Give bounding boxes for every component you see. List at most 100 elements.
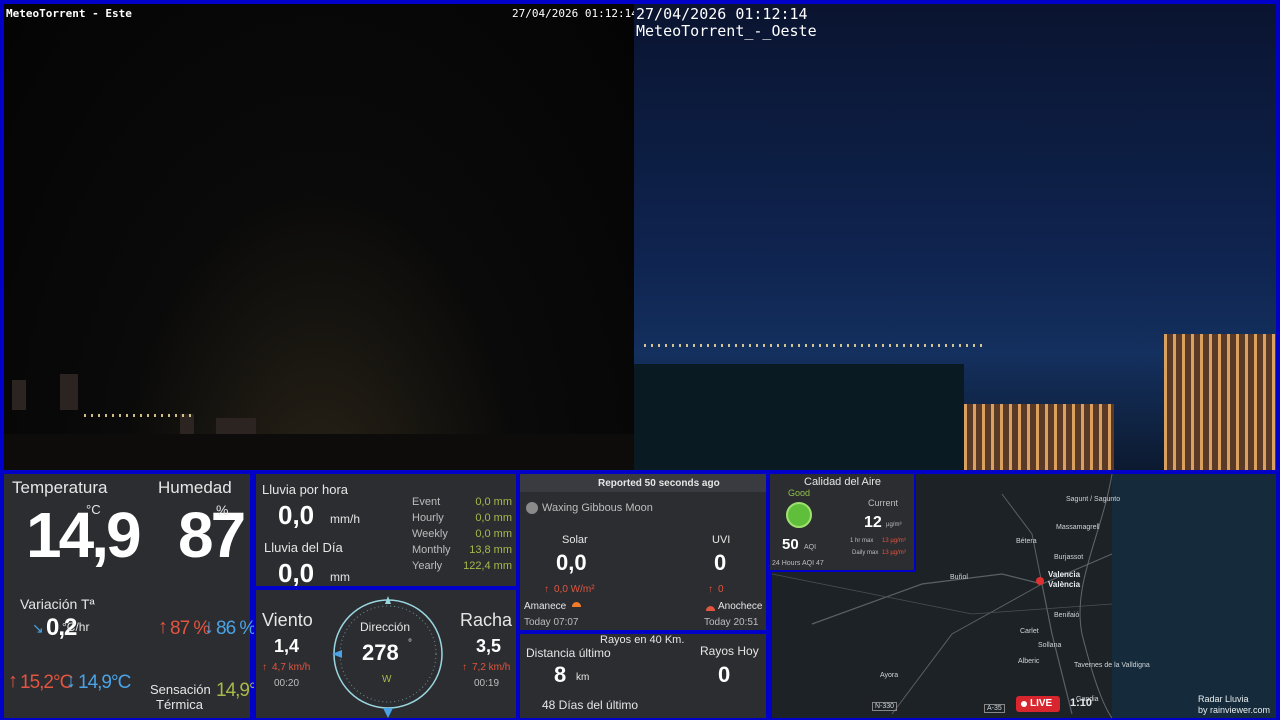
rain-daily-unit: mm: [330, 570, 350, 584]
radar-title: Radar Lluvia: [1198, 694, 1249, 704]
uvi-max: 0: [718, 584, 724, 595]
solar-title: Solar: [562, 534, 588, 546]
lightning-panel: Rayos en 40 Km. Distancia último 8 km Ra…: [518, 632, 768, 720]
lightning-last-distance-value: 8: [554, 662, 567, 687]
wind-max-time: 00:20: [274, 678, 300, 689]
road-label: A-35: [984, 704, 1005, 713]
wind-value: 1,4: [274, 636, 300, 656]
aqi-unit: AQI: [804, 544, 817, 551]
map-place: Alberic: [1018, 658, 1040, 665]
camera-west-timestamp: 27/04/2026 01:12:14: [636, 5, 808, 23]
foreground-trees: [634, 364, 964, 470]
rain-stat-value: 0,0 mm: [475, 528, 512, 540]
skyline-building: [180, 414, 194, 436]
live-label: LIVE: [1030, 698, 1053, 709]
air-quality-title: Calidad del Aire: [804, 476, 882, 488]
humidity-value: 87: [178, 499, 246, 571]
rain-hourly-value: 0,0: [278, 500, 315, 530]
solar-max-arrow-icon: ↑: [544, 584, 549, 595]
rain-stat-label: Event: [412, 496, 441, 508]
temperature-value: 14,9: [26, 499, 142, 571]
building-lit: [964, 404, 1114, 470]
radar-credit[interactable]: by rainviewer.com: [1198, 705, 1270, 715]
radar-time: 1:10: [1070, 697, 1093, 709]
rain-stat-row: Hourly 0,0 mm: [412, 512, 512, 528]
skyline-building: [12, 380, 26, 410]
city-lights: [644, 344, 984, 347]
wind-max-arrow-icon: ↑: [262, 662, 267, 673]
wind-panel: Viento 1,4 ↑ 4,7 km/h 00:20 Dirección 27…: [254, 588, 518, 720]
live-button[interactable]: LIVE: [1016, 696, 1060, 712]
lightning-last-distance-title: Distancia último: [526, 646, 611, 660]
skyline-building: [60, 374, 78, 410]
gust-max-arrow-icon: ↑: [462, 662, 467, 673]
air-quality-panel: Calidad del Aire Good 50 AQI 24 Hours AQ…: [768, 472, 916, 572]
feels-title-line1: Sensación: [150, 682, 211, 697]
live-dot-icon: [1021, 701, 1027, 707]
aqi-24h-label: 24 Hours AQI: [772, 560, 815, 567]
rain-stat-label: Weekly: [412, 528, 448, 540]
wind-direction-cardinal: W: [382, 674, 392, 685]
humidity-unit: %: [216, 502, 229, 518]
humidity-min: 86 %: [216, 618, 256, 639]
uvi-title: UVI: [712, 534, 731, 546]
rain-stat-value: 0,0 mm: [475, 512, 512, 524]
gust-max: 7,2 km/h: [472, 662, 511, 673]
rain-stat-value: 13,8 mm: [469, 544, 512, 556]
camera-west: 27/04/2026 01:12:14 MeteoTorrent_-_Oeste: [634, 4, 1276, 470]
building-lit: [1164, 334, 1276, 470]
rain-panel: Lluvia por hora 0,0 mm/h Lluvia del Día …: [254, 472, 518, 588]
rain-stat-row: Weekly 0,0 mm: [412, 528, 512, 544]
pm-daily-max-value: 13 µg/m³: [882, 550, 906, 556]
map-place: Carlet: [1020, 628, 1039, 635]
temperature-unit: °C: [86, 502, 101, 517]
air-quality-status: Good: [788, 488, 811, 498]
camera-west-label: MeteoTorrent_-_Oeste: [636, 22, 817, 40]
temp-humidity-panel: Temperatura 14,9 °C Humedad 87 % Variaci…: [2, 472, 269, 720]
camera-east-timestamp: 27/04/2026 01:12:14 MON: [512, 7, 634, 20]
temp-min-arrow-icon: ↓: [66, 670, 76, 692]
air-quality-status-icon: [786, 502, 812, 528]
map-place: Sagunt / Sagunto: [1066, 496, 1121, 503]
temp-max-arrow-icon: ↑: [8, 670, 18, 692]
map-place: Benifaió: [1054, 612, 1080, 619]
humidity-title: Humedad: [158, 478, 232, 497]
pm-hr-max-value: 13 µg/m³: [882, 538, 906, 544]
sunset-icon: [706, 606, 715, 611]
rain-stat-label: Yearly: [412, 560, 443, 572]
gust-max-time: 00:19: [474, 678, 500, 689]
sunrise-time: Today 07:07: [524, 617, 579, 628]
reported-text: Reported 50 seconds ago: [598, 478, 720, 489]
pm-daily-max-label: Daily max: [852, 550, 879, 556]
humidity-min-arrow-icon: ↓: [204, 616, 214, 638]
sunset-time: Today 20:51: [704, 617, 759, 628]
pm-hr-max-label: 1 hr max: [850, 538, 874, 544]
gust-title: Racha: [460, 610, 513, 630]
temperature-max: 15,2°C: [20, 672, 73, 693]
map-place: Burjassot: [1054, 554, 1084, 561]
sunset-label: Anochece: [718, 601, 763, 612]
camera-east-label: MeteoTorrent - Este: [6, 7, 132, 20]
humidity-max-arrow-icon: ↑: [158, 616, 168, 638]
pm-current-label: Current: [868, 498, 899, 508]
rain-daily-value: 0,0: [278, 558, 315, 588]
map-place: Tavernes de la Valldigna: [1074, 662, 1150, 669]
pm-current-unit: µg/m³: [886, 522, 902, 528]
variation-title: Variación Tª: [20, 596, 95, 612]
camera-east: MeteoTorrent - Este 27/04/2026 01:12:14 …: [4, 4, 634, 470]
wind-direction-unit: °: [408, 638, 412, 649]
wind-title: Viento: [262, 610, 313, 630]
map-place: Bétera: [1016, 538, 1037, 545]
temperature-min: 14,9°C: [78, 672, 131, 693]
moon-icon: [526, 502, 538, 514]
variation-trend-icon: ↘: [32, 620, 44, 636]
aqi-24h-value: 47: [816, 560, 824, 567]
aqi-value: 50: [782, 536, 799, 553]
lightning-days-since: 48 Días del último: [542, 698, 639, 712]
solar-panel: Reported 50 seconds ago Waxing Gibbous M…: [518, 472, 768, 632]
sunrise-label: Amanece: [524, 601, 567, 612]
map-place: Buñol: [950, 574, 968, 581]
map-place: Ayora: [880, 672, 899, 679]
solar-max: 0,0 W/m²: [554, 584, 595, 595]
rain-stat-row: Monthly 13,8 mm: [412, 544, 512, 560]
